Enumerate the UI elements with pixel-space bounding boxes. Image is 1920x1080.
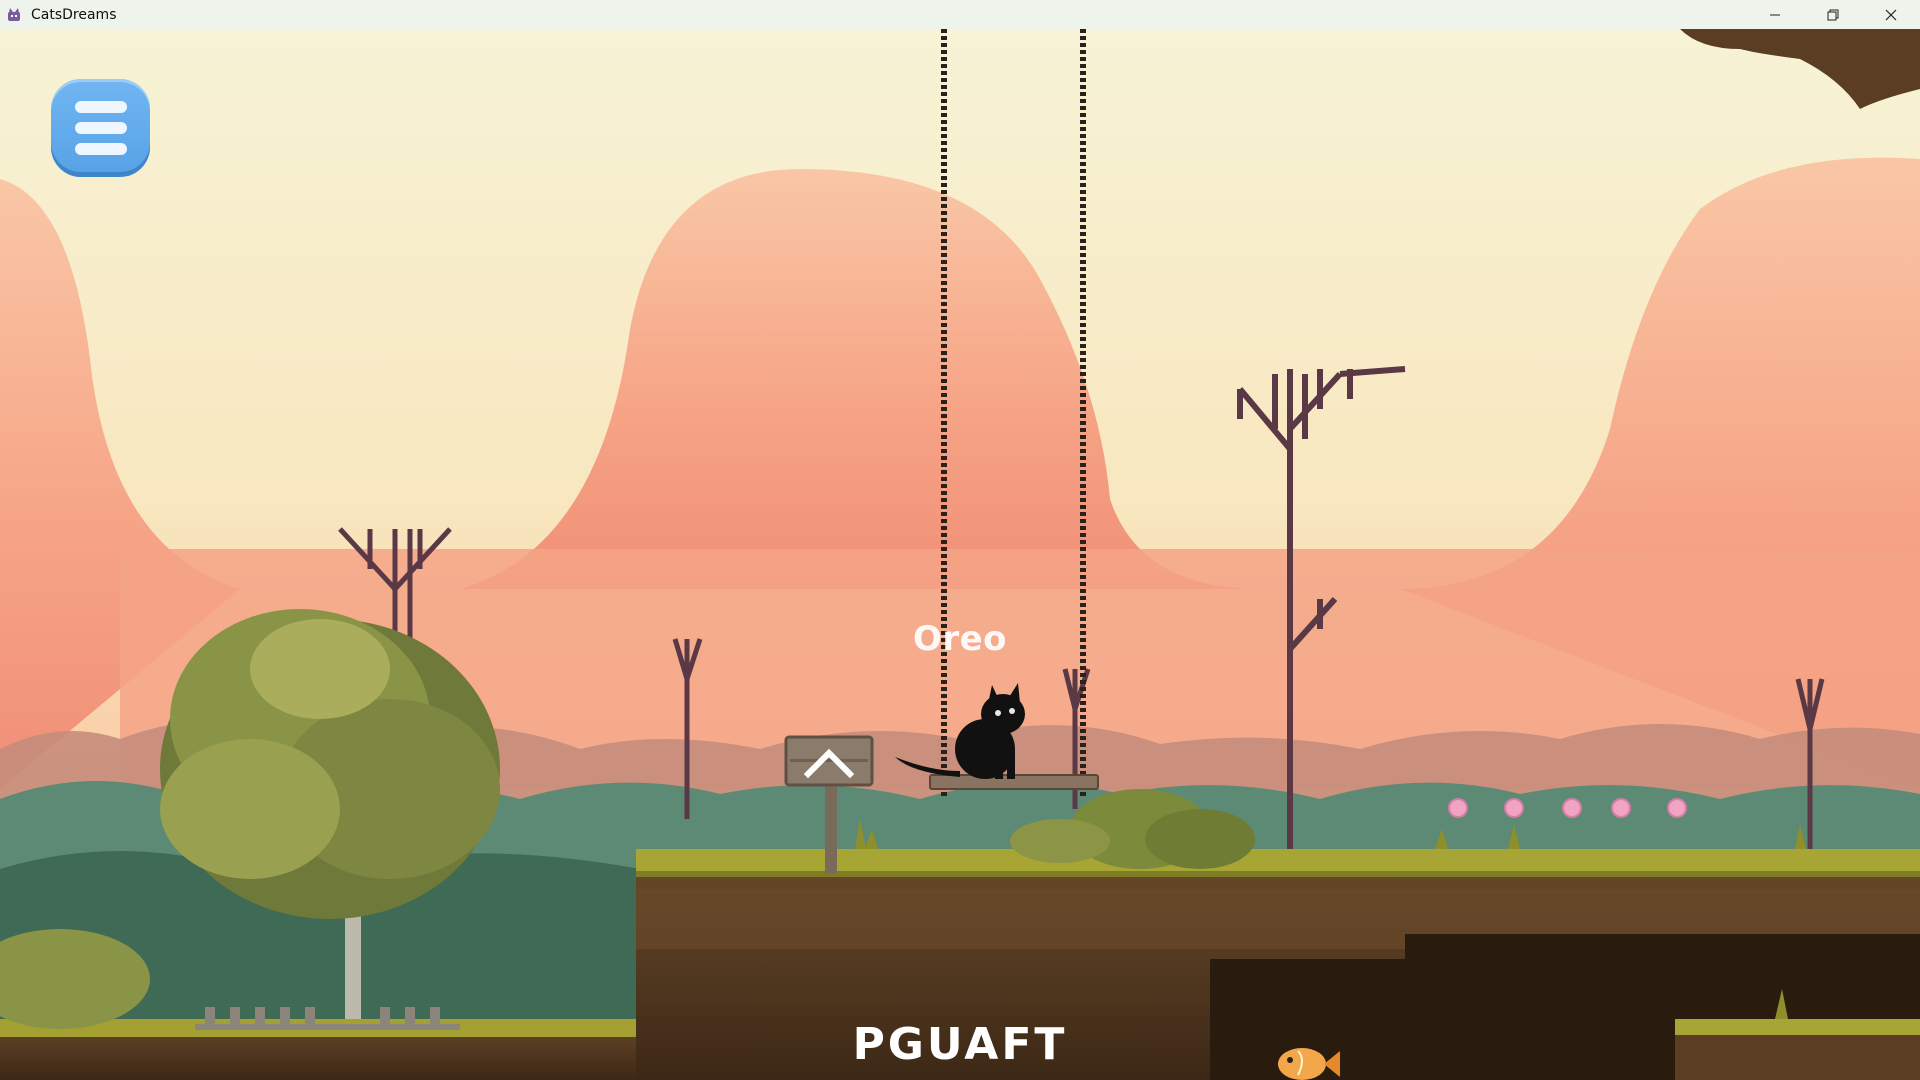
game-scene [0,29,1920,1080]
restore-icon [1827,9,1839,20]
player-name-label: Oreo [912,619,1008,659]
room-code-text: PGUAFT [852,1019,1068,1070]
close-button[interactable] [1862,0,1920,29]
app-icon [8,7,20,21]
game-viewport[interactable]: Oreo PGUAFT [0,29,1920,1080]
title-bar: CatsDreams [0,0,1920,29]
close-icon [1885,9,1897,20]
window-title: CatsDreams [31,6,117,23]
restore-button[interactable] [1804,0,1862,29]
minimize-icon [1770,14,1780,15]
menu-button[interactable] [51,79,150,177]
minimize-button[interactable] [1746,0,1804,29]
hamburger-menu-icon [74,101,127,155]
window-controls [1746,0,1920,29]
